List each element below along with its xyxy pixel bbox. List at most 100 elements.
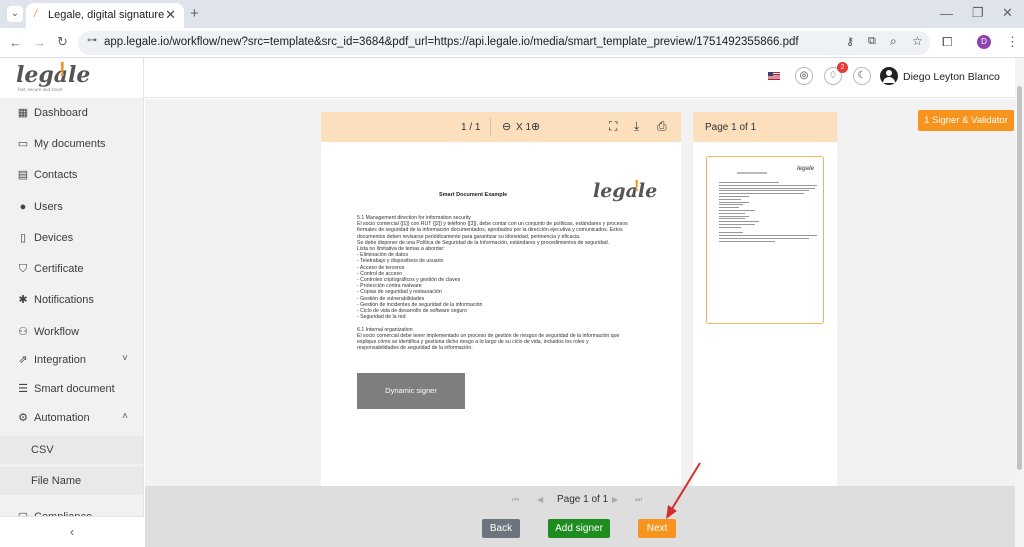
theme-toggle-icon[interactable]: ☾ [853, 67, 871, 85]
fullscreen-icon[interactable]: ⛶ [609, 119, 617, 134]
thumb-logo: legale [797, 166, 815, 172]
close-window-icon[interactable]: ✕ [1002, 5, 1013, 21]
site-info-icon[interactable]: ⊶ [87, 35, 97, 46]
page-counter: 1 / 1 [461, 122, 481, 133]
browser-tab[interactable]: / Legale, digital signature ✕ [26, 3, 184, 28]
sidebar-item-my-documents[interactable]: ▭ My documents [0, 131, 143, 159]
thumb-text-line [719, 187, 815, 189]
chevron-left-icon: ‹ [69, 524, 75, 539]
sidebar-item-csv[interactable]: CSV [0, 436, 143, 464]
add-signer-button[interactable]: Add signer [548, 519, 610, 538]
signer-validator-button[interactable]: 1 Signer & Validator [918, 110, 1014, 131]
install-app-icon[interactable]: ⧉ [868, 35, 876, 48]
doc-text-line: - Seguridad de la red [357, 314, 406, 321]
app-header: ◎ ♢ 2 ☾ Diego Leyton Blanco [0, 58, 1024, 98]
legale-favicon-icon: / [34, 8, 38, 20]
doc-logo: legale [593, 180, 658, 202]
extensions-icon[interactable]: ⧠ [942, 34, 952, 50]
close-tab-icon[interactable]: ✕ [165, 7, 176, 23]
thumb-title-line [737, 172, 767, 174]
sidebar-item-dashboard[interactable]: ▦ Dashboard [0, 100, 143, 128]
red-arrow-annotation [666, 462, 701, 519]
sidebar-item-notifications[interactable]: ✱ Notifications [0, 287, 143, 315]
sidebar-item-file-name[interactable]: File Name [0, 467, 143, 495]
scrollbar-thumb[interactable] [1017, 86, 1022, 470]
sidebar-item-automation[interactable]: ⚙ Automation ˄ [0, 405, 143, 433]
download-icon[interactable]: ⤓ [634, 119, 639, 134]
logo-tagline: fast, secure and smart [18, 87, 63, 92]
forward-nav-icon[interactable]: → [33, 35, 46, 50]
thumb-text-line [719, 210, 755, 211]
page-thumbnail[interactable]: legale [706, 156, 824, 324]
profile-avatar[interactable]: D [977, 35, 991, 49]
back-button[interactable]: Back [482, 519, 520, 538]
user-name[interactable]: Diego Leyton Blanco [903, 71, 1000, 83]
app-logo[interactable]: legale ! fast, secure and smart [0, 58, 143, 98]
sidebar-item-users[interactable]: ● Users [0, 194, 143, 222]
chevron-up-icon[interactable]: ˄ [122, 411, 128, 422]
thumb-text-line [719, 204, 743, 206]
thumb-text-line [719, 193, 804, 195]
zoom-icon[interactable]: ⌕ [890, 34, 897, 49]
thumb-text-line [719, 196, 749, 197]
chrome-menu-icon[interactable]: ⋮ [1006, 34, 1019, 50]
doc-title: Smart Document Example [439, 192, 508, 198]
gear-icon: ⚙ [18, 412, 28, 424]
url-bar[interactable]: ⊶ app.legale.io/workflow/new?src=templat… [78, 31, 930, 55]
thumb-text-line [719, 240, 775, 242]
sidebar: legale ! fast, secure and smart ▦ Dashboa… [0, 58, 144, 547]
page-scrollbar[interactable] [1015, 58, 1024, 547]
tab-search-icon[interactable]: ⌄ [7, 6, 23, 22]
notification-badge: 2 [837, 62, 848, 73]
restore-icon[interactable]: ❐ [972, 5, 984, 21]
shield-icon: ⛉ [18, 263, 28, 275]
sidebar-item-label: Dashboard [34, 107, 88, 119]
thumb-text-line [719, 182, 779, 183]
reload-icon[interactable]: ↻ [57, 34, 68, 50]
back-nav-icon[interactable]: ← [9, 35, 22, 50]
thumb-text-line [719, 232, 743, 234]
thumb-text-line [719, 226, 741, 228]
thumb-text-line [719, 184, 817, 186]
print-icon[interactable]: ⎙ [657, 119, 667, 134]
bell-icon: ✱ [18, 294, 28, 306]
us-flag-icon[interactable] [768, 72, 780, 80]
pdf-toolbar: 1 / 1 ⊖ X 1 ⊕ ⛶ ⤓ ⎙ [321, 112, 681, 142]
browser-tab-strip: ⌄ / Legale, digital signature ✕ + — ❐ ✕ [0, 0, 1024, 28]
workflow-icon: ⚇ [18, 326, 28, 338]
last-page-icon[interactable]: ⏭ [635, 495, 642, 505]
first-page-icon[interactable]: ⏮ [512, 495, 519, 505]
avatar[interactable] [880, 67, 898, 85]
sidebar-item-integration[interactable]: ⇗ Integration ˅ [0, 347, 143, 375]
bookmark-star-icon[interactable]: ☆ [912, 34, 923, 48]
thumb-text-line [719, 238, 809, 239]
zoom-out-icon[interactable]: ⊖ [502, 120, 511, 133]
sidebar-item-workflow[interactable]: ⚇ Workflow [0, 319, 143, 347]
external-link-icon: ⇗ [18, 354, 28, 366]
thumb-text-line [719, 224, 755, 225]
support-icon[interactable]: ◎ [795, 67, 813, 85]
sidebar-item-devices[interactable]: ▯ Devices [0, 225, 143, 253]
zoom-in-icon[interactable]: ⊕ [531, 120, 540, 133]
key-icon[interactable]: ⚷ [846, 35, 854, 48]
dynamic-signer-box[interactable]: Dynamic signer [357, 373, 465, 409]
pdf-page: Smart Document Example legale ! 5.1 Mana… [321, 142, 681, 487]
collapse-sidebar-button[interactable]: ‹ [0, 516, 144, 547]
thumbnail-header: Page 1 of 1 [693, 112, 837, 142]
dashboard-icon: ▦ [17, 107, 29, 119]
pagination-text: Page 1 of 1 [557, 494, 609, 505]
sidebar-item-label: Contacts [34, 169, 78, 181]
minimize-icon[interactable]: — [940, 6, 953, 21]
thumb-text-line [719, 212, 745, 214]
chevron-down-icon[interactable]: ˅ [122, 353, 128, 364]
new-tab-icon[interactable]: + [190, 5, 199, 22]
sidebar-item-certificate[interactable]: ⛉ Certificate [0, 256, 143, 284]
thumb-text-line [719, 221, 759, 223]
next-page-icon[interactable]: ▶ [612, 495, 618, 504]
tab-title: Legale, digital signature [48, 9, 165, 21]
toolbar-divider [490, 118, 491, 136]
sidebar-item-smart-document[interactable]: ☰ Smart document [0, 376, 143, 404]
address-toolbar: ← → ↻ ⊶ app.legale.io/workflow/new?src=t… [0, 28, 1024, 58]
prev-page-icon[interactable]: ◀ [537, 495, 543, 504]
sidebar-item-contacts[interactable]: ▤ Contacts [0, 162, 143, 190]
